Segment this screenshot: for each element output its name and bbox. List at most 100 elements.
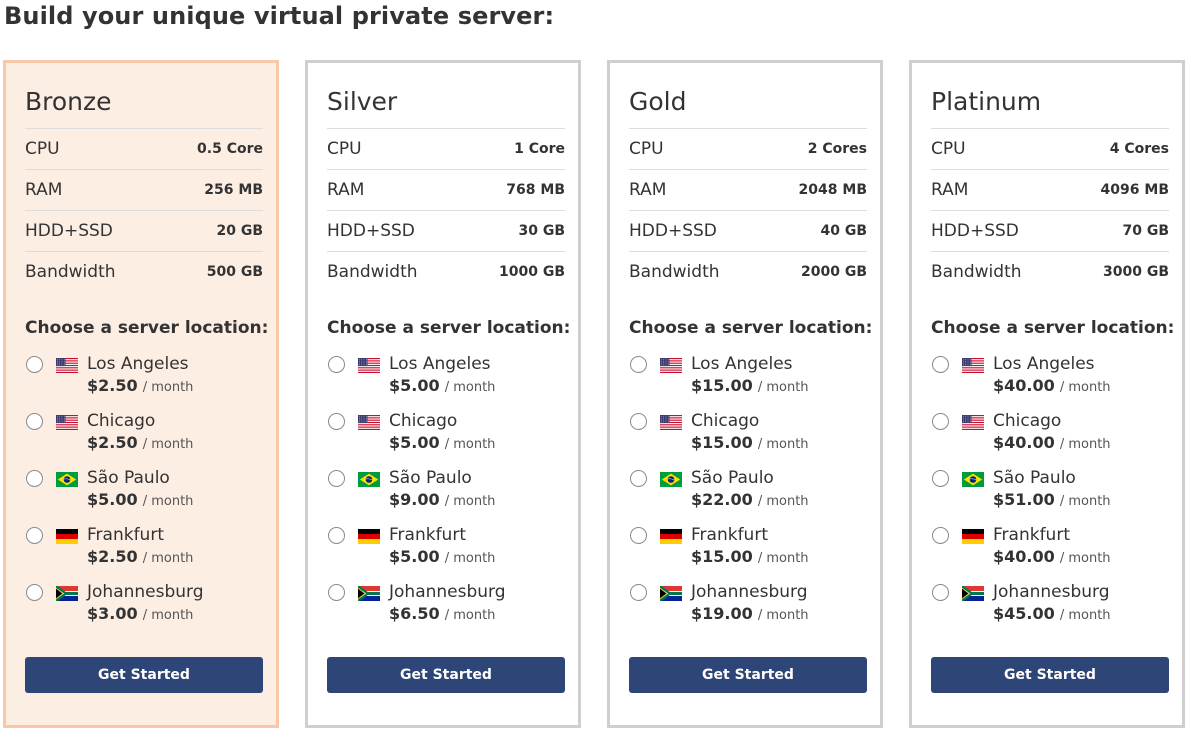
spec-value: 1000 GB — [498, 264, 565, 280]
location-option[interactable]: Los Angeles $15.00 / month — [629, 353, 867, 410]
spec-row: RAM 256 MB — [25, 169, 263, 210]
location-price: $22.00 — [691, 490, 753, 509]
location-radio[interactable] — [932, 470, 949, 487]
location-radio[interactable] — [26, 584, 43, 601]
us-flag-icon — [962, 415, 984, 430]
location-price: $19.00 — [691, 604, 753, 623]
get-started-button[interactable]: Get Started — [629, 657, 867, 693]
us-flag-icon — [660, 358, 682, 373]
spec-label: RAM — [327, 180, 365, 200]
br-flag-icon — [358, 472, 380, 487]
za-flag-icon — [358, 586, 380, 601]
location-radio[interactable] — [932, 527, 949, 544]
location-option[interactable]: Frankfurt $2.50 / month — [25, 524, 263, 581]
location-price-line: $22.00 / month — [691, 490, 809, 509]
spec-row: CPU 2 Cores — [629, 128, 867, 169]
location-radio[interactable] — [26, 470, 43, 487]
location-radio[interactable] — [630, 413, 647, 430]
location-city: Chicago — [87, 411, 156, 431]
location-city: São Paulo — [87, 468, 170, 488]
get-started-button[interactable]: Get Started — [327, 657, 565, 693]
location-option[interactable]: Frankfurt $15.00 / month — [629, 524, 867, 581]
price-period: / month — [444, 380, 496, 395]
us-flag-icon — [56, 415, 78, 430]
location-radio[interactable] — [932, 584, 949, 601]
plan-name: Gold — [629, 87, 687, 116]
location-option[interactable]: Chicago $5.00 / month — [327, 410, 565, 467]
get-started-button[interactable]: Get Started — [25, 657, 263, 693]
location-option[interactable]: Los Angeles $5.00 / month — [327, 353, 565, 410]
spec-value: 256 MB — [204, 182, 263, 198]
location-option[interactable]: São Paulo $9.00 / month — [327, 467, 565, 524]
location-city: Johannesburg — [993, 582, 1110, 602]
location-option[interactable]: Chicago $15.00 / month — [629, 410, 867, 467]
location-option[interactable]: São Paulo $22.00 / month — [629, 467, 867, 524]
price-period: / month — [444, 551, 496, 566]
location-radio[interactable] — [26, 527, 43, 544]
location-radio[interactable] — [328, 413, 345, 430]
location-price-line: $9.00 / month — [389, 490, 495, 509]
location-city: Frankfurt — [993, 525, 1070, 545]
location-option[interactable]: Johannesburg $45.00 / month — [931, 581, 1169, 638]
spec-row: RAM 768 MB — [327, 169, 565, 210]
location-city: Johannesburg — [87, 582, 204, 602]
location-list: Los Angeles $5.00 / month Chicago $5.00 / m… — [327, 353, 565, 638]
location-price: $6.50 — [389, 604, 440, 623]
location-radio[interactable] — [630, 470, 647, 487]
location-option[interactable]: São Paulo $5.00 / month — [25, 467, 263, 524]
de-flag-icon — [962, 529, 984, 544]
plan-card-gold[interactable]: Gold CPU 2 Cores RAM 2048 MB HDD+SSD 40 GB Band… — [607, 60, 883, 728]
us-flag-icon — [358, 415, 380, 430]
location-radio[interactable] — [630, 356, 647, 373]
location-option[interactable]: Johannesburg $6.50 / month — [327, 581, 565, 638]
us-flag-icon — [660, 415, 682, 430]
spec-label: Bandwidth — [931, 262, 1022, 282]
location-option[interactable]: Chicago $40.00 / month — [931, 410, 1169, 467]
location-option[interactable]: Los Angeles $2.50 / month — [25, 353, 263, 410]
location-radio[interactable] — [328, 527, 345, 544]
get-started-button[interactable]: Get Started — [931, 657, 1169, 693]
spec-label: Bandwidth — [25, 262, 116, 282]
location-price: $40.00 — [993, 433, 1055, 452]
location-heading: Choose a server location: — [931, 318, 1175, 338]
location-price: $2.50 — [87, 433, 138, 452]
location-option[interactable]: Johannesburg $19.00 / month — [629, 581, 867, 638]
location-option[interactable]: Frankfurt $40.00 / month — [931, 524, 1169, 581]
location-heading: Choose a server location: — [629, 318, 873, 338]
plan-card-platinum[interactable]: Platinum CPU 4 Cores RAM 4096 MB HDD+SSD 70 GB… — [909, 60, 1185, 728]
spec-row: HDD+SSD 40 GB — [629, 210, 867, 251]
price-period: / month — [757, 494, 809, 509]
location-option[interactable]: Johannesburg $3.00 / month — [25, 581, 263, 638]
plan-card-silver[interactable]: Silver CPU 1 Core RAM 768 MB HDD+SSD 30 GB Band… — [305, 60, 581, 728]
location-city: Chicago — [389, 411, 458, 431]
price-period: / month — [444, 608, 496, 623]
location-price-line: $6.50 / month — [389, 604, 495, 623]
spec-label: RAM — [629, 180, 667, 200]
price-period: / month — [142, 494, 194, 509]
location-radio[interactable] — [932, 413, 949, 430]
location-city: Chicago — [691, 411, 760, 431]
location-radio[interactable] — [932, 356, 949, 373]
location-option[interactable]: Frankfurt $5.00 / month — [327, 524, 565, 581]
plan-card-bronze[interactable]: Bronze CPU 0.5 Core RAM 256 MB HDD+SSD 20 GB Ba… — [3, 60, 279, 728]
location-city: Frankfurt — [691, 525, 768, 545]
location-price: $2.50 — [87, 547, 138, 566]
spec-label: RAM — [931, 180, 969, 200]
plan-name: Bronze — [25, 87, 112, 116]
location-radio[interactable] — [328, 584, 345, 601]
location-price-line: $40.00 / month — [993, 376, 1111, 395]
location-city: São Paulo — [691, 468, 774, 488]
price-period: / month — [142, 608, 194, 623]
za-flag-icon — [962, 586, 984, 601]
location-radio[interactable] — [26, 413, 43, 430]
location-option[interactable]: São Paulo $51.00 / month — [931, 467, 1169, 524]
location-radio[interactable] — [630, 584, 647, 601]
location-radio[interactable] — [26, 356, 43, 373]
location-option[interactable]: Los Angeles $40.00 / month — [931, 353, 1169, 410]
location-radio[interactable] — [328, 356, 345, 373]
location-radio[interactable] — [328, 470, 345, 487]
location-heading: Choose a server location: — [327, 318, 571, 338]
location-option[interactable]: Chicago $2.50 / month — [25, 410, 263, 467]
location-price: $5.00 — [389, 433, 440, 452]
location-radio[interactable] — [630, 527, 647, 544]
